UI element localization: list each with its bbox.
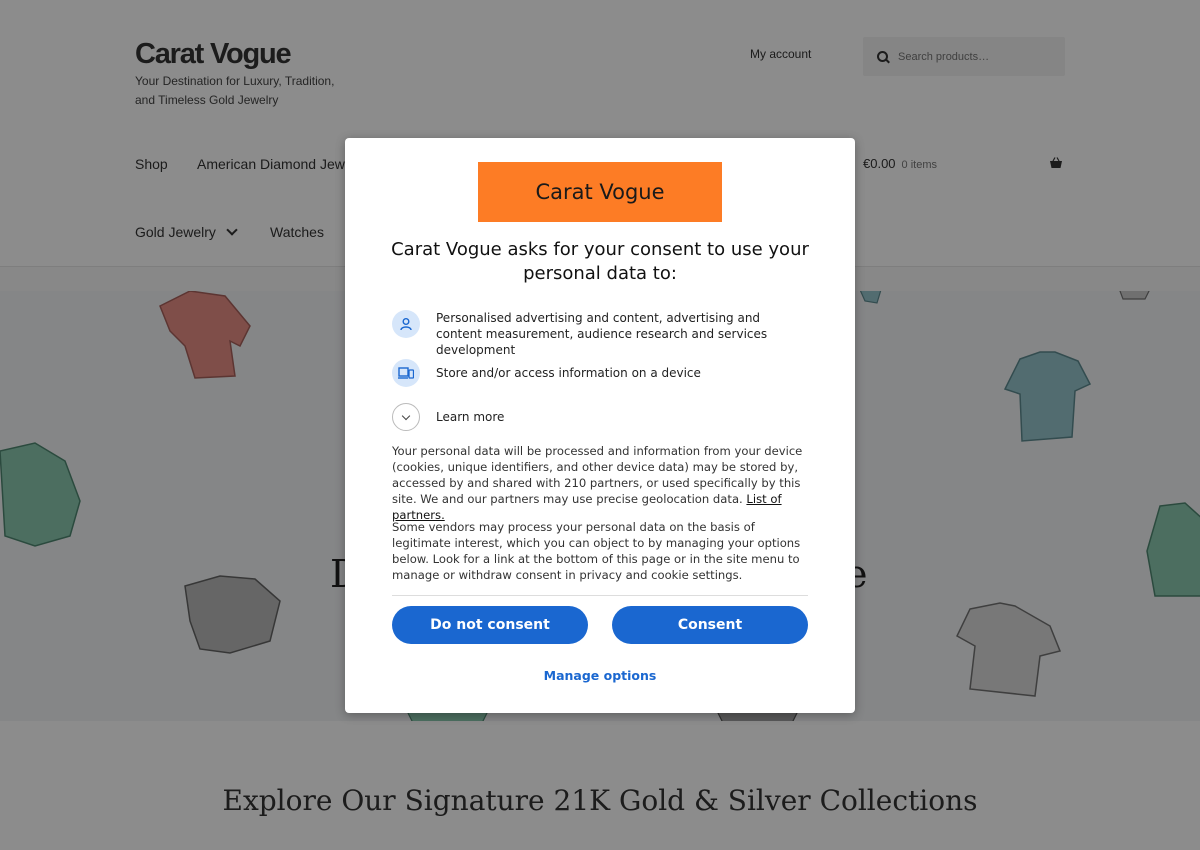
consent-paragraph-1-text: Your personal data will be processed and… [392,444,803,506]
person-icon [392,310,420,338]
logo-text: Carat Vogue [535,180,665,204]
chevron-down-icon[interactable] [392,403,420,431]
consent-button[interactable]: Consent [612,606,808,644]
dialog-divider [392,595,808,596]
purpose-item-storage: Store and/or access information on a dev… [392,359,806,387]
purpose-text: Personalised advertising and content, ad… [436,311,768,357]
learn-more-label: Learn more [436,410,505,424]
consent-paragraph-1: Your personal data will be processed and… [392,443,810,523]
learn-more-toggle[interactable]: Learn more [392,403,504,431]
publisher-logo: Carat Vogue [478,162,722,222]
do-not-consent-button[interactable]: Do not consent [392,606,588,644]
consent-paragraph-2: Some vendors may process your personal d… [392,520,801,582]
devices-icon [392,359,420,387]
consent-dialog: Carat Vogue Carat Vogue asks for your co… [345,138,855,713]
consent-heading: Carat Vogue asks for your consent to use… [391,239,809,284]
manage-options-link[interactable]: Manage options [345,668,855,683]
purpose-item-personalised: Personalised advertising and content, ad… [392,310,806,358]
purpose-text: Store and/or access information on a dev… [436,366,701,380]
